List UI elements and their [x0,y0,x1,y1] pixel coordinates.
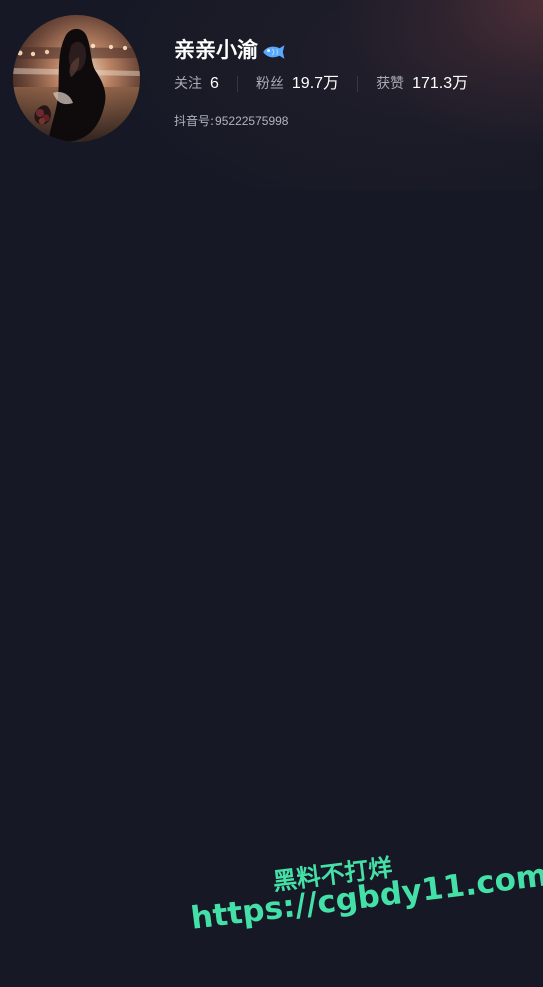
stat-divider [357,76,359,92]
following-value: 6 [210,75,219,92]
account-id-value: 95222575998 [215,114,289,128]
stat-divider [236,76,238,92]
account-id-label: 抖音号: [174,114,215,128]
likes-stat[interactable]: 获赞 171.3万 [376,75,468,93]
account-id-row: 抖音号: 95222575998 [174,112,519,130]
likes-value: 171.3万 [412,75,469,92]
fish-icon [261,43,286,61]
stats-row: 关注 6 粉丝 19.7万 获赞 171.3万 [174,69,519,99]
following-stat[interactable]: 关注 6 [174,75,219,93]
followers-stat[interactable]: 粉丝 19.7万 [256,75,339,93]
name-row: 亲亲小渝 [174,34,519,66]
followers-label: 粉丝 [255,76,284,92]
likes-label: 获赞 [376,76,405,92]
followers-value: 19.7万 [291,75,340,92]
profile-nickname: 亲亲小渝 [174,38,258,62]
profile-page: 亲亲小渝 关注 6 粉丝 19.7万 获赞 171.3万 抖音号: 952225… [0,0,543,987]
avatar[interactable] [13,15,140,142]
profile-info: 亲亲小渝 关注 6 粉丝 19.7万 获赞 171.3万 抖音号: 952225… [174,34,519,130]
following-label: 关注 [174,76,202,92]
